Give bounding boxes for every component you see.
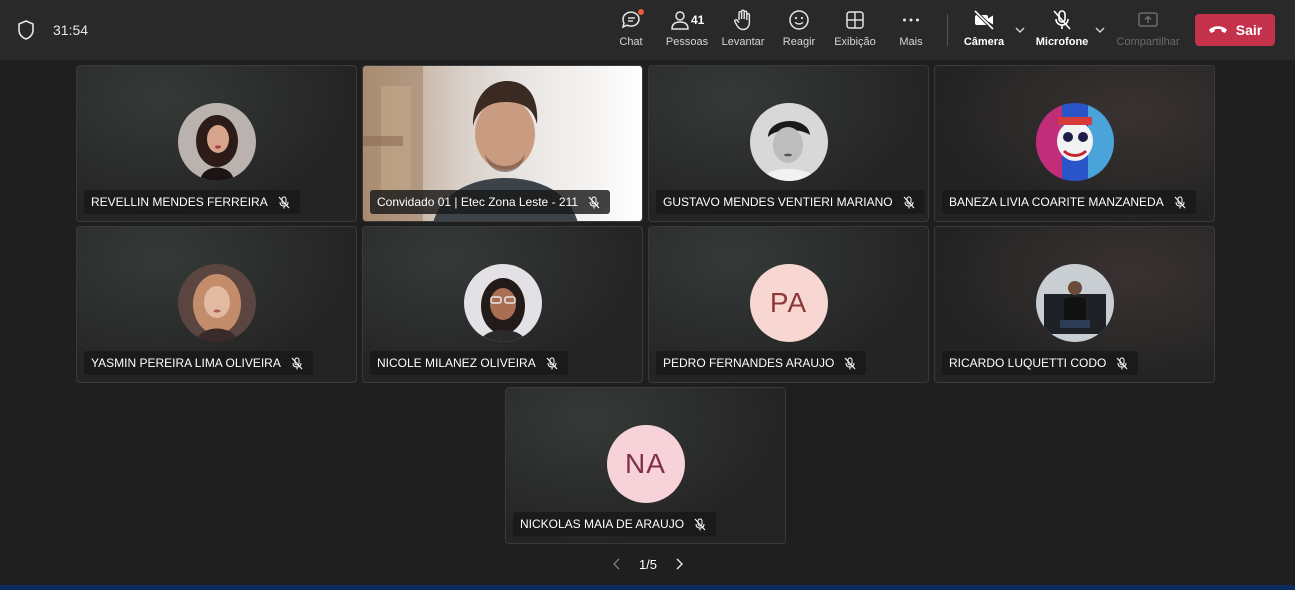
next-page-chevron-icon[interactable]: [674, 558, 684, 570]
participant-name: RICARDO LUQUETTI CODO: [949, 356, 1107, 370]
people-icon: [671, 11, 689, 30]
camera-button[interactable]: Câmera: [954, 8, 1014, 54]
mic-muted-icon: [588, 196, 600, 208]
participant-nametag: YASMIN PEREIRA LIMA OLIVEIRA: [84, 351, 313, 375]
participant-name: YASMIN PEREIRA LIMA OLIVEIRA: [91, 356, 281, 370]
avatar-initials: NA: [606, 425, 685, 503]
participant-nametag: REVELLIN MENDES FERREIRA: [84, 190, 300, 214]
mic-muted-icon: [1174, 196, 1186, 208]
share-screen-icon: [1138, 12, 1158, 27]
more-button[interactable]: Mais: [881, 8, 941, 54]
avatar: [1035, 103, 1114, 181]
microphone-button[interactable]: Microfone: [1032, 8, 1092, 54]
participant-tile[interactable]: REVELLIN MENDES FERREIRA: [76, 65, 357, 222]
meeting-timer: 31:54: [53, 22, 89, 38]
participant-tile[interactable]: GUSTAVO MENDES VENTIERI MARIANO: [648, 65, 929, 222]
participant-name: BANEZA LIVIA COARITE MANZANEDA: [949, 195, 1164, 209]
camera-off-icon: [973, 9, 995, 31]
participant-nametag: BANEZA LIVIA COARITE MANZANEDA: [942, 190, 1196, 214]
share-button[interactable]: Compartilhar: [1116, 8, 1180, 54]
shield-icon: [18, 20, 34, 40]
participant-tile[interactable]: NICOLE MILANEZ OLIVEIRA: [362, 226, 643, 383]
more-icon: [903, 18, 919, 22]
mic-muted-icon: [903, 196, 915, 208]
avatar-initials: PA: [749, 264, 828, 342]
mic-muted-icon: [694, 518, 706, 530]
participant-name: PEDRO FERNANDES ARAUJO: [663, 356, 835, 370]
avatar: [749, 103, 828, 181]
participant-nametag: NICOLE MILANEZ OLIVEIRA: [370, 351, 568, 375]
participant-tile[interactable]: YASMIN PEREIRA LIMA OLIVEIRA: [76, 226, 357, 383]
more-label: Mais: [899, 36, 923, 48]
camera-options-chevron-icon[interactable]: [1014, 25, 1026, 35]
mic-muted-icon: [546, 357, 558, 369]
avatar: [177, 264, 256, 342]
chat-label: Chat: [619, 36, 643, 48]
avatar: [1035, 264, 1114, 342]
avatar: [463, 264, 542, 342]
participant-name: GUSTAVO MENDES VENTIERI MARIANO: [663, 195, 893, 209]
hang-up-icon: [1208, 26, 1227, 33]
participant-name: REVELLIN MENDES FERREIRA: [91, 195, 268, 209]
page-indicator: 1/5: [638, 556, 658, 572]
microphone-options-chevron-icon[interactable]: [1094, 25, 1106, 35]
participant-name: NICOLE MILANEZ OLIVEIRA: [377, 356, 536, 370]
people-label: Pessoas: [665, 36, 709, 48]
participant-nametag: NICKOLAS MAIA DE ARAUJO: [513, 512, 717, 536]
taskbar-edge: [0, 585, 1295, 590]
participant-name: Convidado 01 | Etec Zona Leste - 211: [377, 195, 579, 209]
react-button[interactable]: Reagir: [769, 8, 829, 54]
hand-icon: [734, 9, 751, 31]
people-button[interactable]: 41 Pessoas: [657, 8, 717, 54]
participant-nametag: RICARDO LUQUETTI CODO: [942, 351, 1139, 375]
gallery-pager: 1/5: [612, 555, 684, 573]
participant-tile[interactable]: RICARDO LUQUETTI CODO: [934, 226, 1215, 383]
previous-page-chevron-icon[interactable]: [612, 558, 622, 570]
participant-nametag: Convidado 01 | Etec Zona Leste - 211: [370, 190, 611, 214]
smiley-icon: [789, 10, 809, 30]
leave-button[interactable]: Sair: [1195, 14, 1275, 46]
view-label: Exibição: [834, 36, 876, 48]
participant-video-tile[interactable]: Convidado 01 | Etec Zona Leste - 211: [362, 65, 643, 222]
participant-tile[interactable]: BANEZA LIVIA COARITE MANZANEDA: [934, 65, 1215, 222]
mic-muted-icon: [291, 357, 303, 369]
participant-name: NICKOLAS MAIA DE ARAUJO: [520, 517, 685, 531]
microphone-label: Microfone: [1035, 36, 1089, 48]
toolbar-divider: [947, 14, 948, 46]
participant-nametag: GUSTAVO MENDES VENTIERI MARIANO: [656, 190, 925, 214]
view-button[interactable]: Exibição: [825, 8, 885, 54]
share-label: Compartilhar: [1116, 36, 1180, 48]
raise-hand-label: Levantar: [721, 36, 765, 48]
camera-label: Câmera: [963, 36, 1005, 48]
mic-muted-icon: [1116, 357, 1128, 369]
avatar: [177, 103, 256, 181]
mic-off-icon: [1053, 10, 1071, 30]
chat-button[interactable]: Chat: [601, 8, 661, 54]
notification-dot: [638, 9, 644, 15]
grid-view-icon: [846, 11, 864, 29]
participant-tile[interactable]: NA NICKOLAS MAIA DE ARAUJO: [505, 387, 786, 544]
leave-label: Sair: [1235, 22, 1263, 38]
meeting-toolbar: 31:54 Chat 41 Pessoas Levantar Reagir Ex…: [0, 0, 1295, 60]
participant-nametag: PEDRO FERNANDES ARAUJO: [656, 351, 867, 375]
react-label: Reagir: [782, 36, 816, 48]
mic-muted-icon: [844, 357, 856, 369]
raise-hand-button[interactable]: Levantar: [713, 8, 773, 54]
mic-muted-icon: [278, 196, 290, 208]
participant-tile[interactable]: PA PEDRO FERNANDES ARAUJO: [648, 226, 929, 383]
people-count: 41: [691, 13, 705, 27]
